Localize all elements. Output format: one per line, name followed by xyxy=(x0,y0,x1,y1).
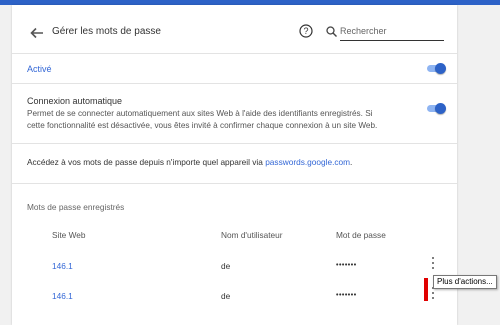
username-cell: de xyxy=(221,291,231,301)
dot xyxy=(432,262,435,265)
header: Gérer les mots de passe ? xyxy=(12,5,457,53)
offer-to-save-toggle[interactable] xyxy=(427,61,447,75)
dot xyxy=(432,267,435,270)
site-link[interactable]: 146.1 xyxy=(52,261,73,271)
access-text: Accédez à vos mots de passe depuis n'imp… xyxy=(27,157,266,167)
username-cell: de xyxy=(221,261,231,271)
column-header-site: Site Web xyxy=(52,230,86,240)
passwords-link[interactable]: passwords.google.com xyxy=(265,157,350,167)
column-header-password: Mot de passe xyxy=(336,230,386,240)
offer-to-save-label: Activé xyxy=(27,64,52,74)
toggle-knob xyxy=(435,103,446,114)
more-vert-icon[interactable] xyxy=(430,257,436,271)
auto-signin-title: Connexion automatique xyxy=(27,96,123,106)
auto-signin-toggle[interactable] xyxy=(427,101,447,115)
scrollbar-area xyxy=(466,5,500,315)
search-icon xyxy=(326,26,337,37)
section-divider xyxy=(12,83,457,84)
svg-text:?: ? xyxy=(303,26,308,36)
dot xyxy=(432,257,435,260)
back-arrow-icon[interactable] xyxy=(30,26,44,40)
password-cell: ••••••• xyxy=(336,262,357,269)
dot xyxy=(432,297,435,300)
saved-passwords-heading: Mots de passe enregistrés xyxy=(27,202,125,212)
toggle-knob xyxy=(435,63,446,74)
auto-signin-description: Permet de se connecter automatiquement a… xyxy=(27,109,378,130)
search-input[interactable] xyxy=(340,22,444,41)
access-suffix: . xyxy=(350,157,353,167)
passwords-card: Gérer les mots de passe ? Activé Connexi… xyxy=(12,5,457,325)
password-cell: ••••••• xyxy=(336,292,357,299)
section-divider xyxy=(12,183,457,184)
section-divider xyxy=(12,143,457,144)
header-divider xyxy=(12,53,457,54)
more-actions-tooltip: Plus d'actions... xyxy=(433,275,497,289)
help-icon[interactable]: ? xyxy=(299,24,313,38)
site-link[interactable]: 146.1 xyxy=(52,291,73,301)
more-vert-icon[interactable] xyxy=(430,287,436,301)
column-header-username: Nom d'utilisateur xyxy=(221,230,283,240)
dot xyxy=(432,292,435,295)
access-passwords-text: Accédez à vos mots de passe depuis n'imp… xyxy=(27,157,352,167)
highlight-marker xyxy=(424,278,428,301)
page-title: Gérer les mots de passe xyxy=(52,26,161,37)
